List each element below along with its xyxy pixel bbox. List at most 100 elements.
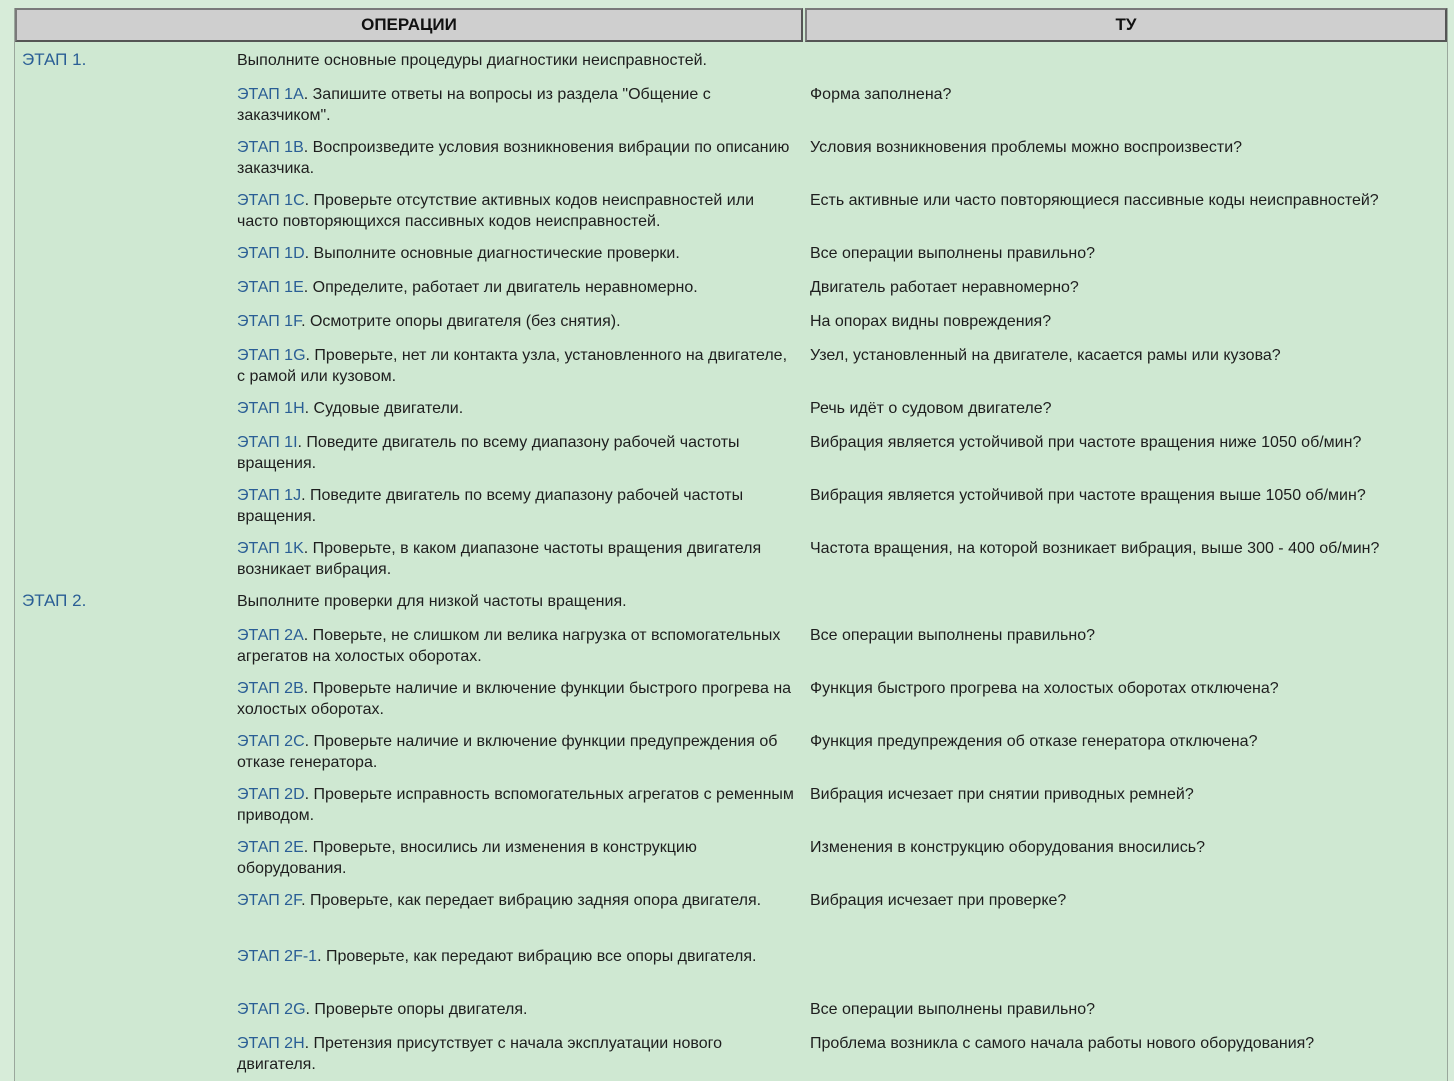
step-label: ЭТАП 1A	[237, 86, 304, 103]
operation-cell: ЭТАП 2H. Претензия присутствует с начала…	[237, 1033, 797, 1075]
tu-cell: Вибрация является устойчивой при частоте…	[810, 434, 1362, 451]
step-label: ЭТАП 2B	[237, 680, 304, 697]
operation-text: . Претензия присутствует с начала эксплу…	[237, 1035, 722, 1073]
tu-cell: На опорах видны повреждения?	[810, 313, 1052, 330]
step-label: ЭТАП 1F	[237, 313, 302, 330]
tu-cell: Форма заполнена?	[810, 86, 952, 103]
operation-cell: ЭТАП 2F. Проверьте, как передает вибраци…	[237, 890, 797, 911]
operation-cell: ЭТАП 2D. Проверьте исправность вспомогат…	[237, 784, 797, 826]
tu-cell: Частота вращения, на которой возникает в…	[810, 540, 1380, 557]
step-label: ЭТАП 1H	[237, 400, 305, 417]
table-row: ЭТАП 2E. Проверьте, вносились ли изменен…	[15, 829, 1447, 882]
step-label: ЭТАП 2A	[237, 627, 304, 644]
step-label: ЭТАП 1G	[237, 347, 306, 364]
table-row: ЭТАП 1E. Определите, работает ли двигате…	[15, 269, 1447, 303]
operation-text: . Проверьте опоры двигателя.	[305, 1001, 528, 1018]
table-row: ЭТАП 1J. Поведите двигатель по всему диа…	[15, 477, 1447, 530]
step-label: ЭТАП 2E	[237, 839, 304, 856]
stage-label: ЭТАП 2.	[22, 591, 87, 610]
operation-text: . Поведите двигатель по всему диапазону …	[237, 487, 744, 525]
tu-cell: Вибрация исчезает при снятии приводных р…	[810, 786, 1194, 803]
operation-text: . Проверьте, нет ли контакта узла, устан…	[237, 347, 788, 385]
operation-cell: ЭТАП 1G. Проверьте, нет ли контакта узла…	[237, 345, 797, 387]
step-label: ЭТАП 1B	[237, 139, 304, 156]
operation-cell: ЭТАП 1K. Проверьте, в каком диапазоне ча…	[237, 538, 797, 580]
header-operations: ОПЕРАЦИИ	[15, 8, 803, 42]
step-label: ЭТАП 2D	[237, 786, 305, 803]
operation-text: . Запишите ответы на вопросы из раздела …	[237, 86, 711, 124]
operation-text: . Проверьте наличие и включение функции …	[237, 733, 778, 771]
table-row: ЭТАП 1C. Проверьте отсутствие активных к…	[15, 182, 1447, 235]
tu-cell: Двигатель работает неравномерно?	[810, 279, 1079, 296]
table-row: ЭТАП 2C. Проверьте наличие и включение ф…	[15, 723, 1447, 776]
table-row: ЭТАП 1G. Проверьте, нет ли контакта узла…	[15, 337, 1447, 390]
table-row: ЭТАП 2. Выполните проверки для низкой час…	[15, 583, 1447, 617]
operation-text: . Проверьте, вносились ли изменения в ко…	[237, 839, 697, 877]
operation-cell: ЭТАП 1F. Осмотрите опоры двигателя (без …	[237, 311, 797, 332]
operation-cell: ЭТАП 2E. Проверьте, вносились ли изменен…	[237, 837, 797, 879]
operation-cell: ЭТАП 1B. Воспроизведите условия возникно…	[237, 137, 797, 179]
operation-cell: ЭТАП 1H. Судовые двигатели.	[237, 398, 797, 419]
operation-text: Выполните проверки для низкой частоты вр…	[237, 593, 627, 610]
operation-text: . Проверьте, как передает вибрацию задня…	[301, 892, 762, 909]
operation-cell: ЭТАП 2A. Поверьте, не слишком ли велика …	[237, 625, 797, 667]
operation-text: . Проверьте отсутствие активных кодов не…	[237, 192, 755, 230]
operation-cell: Выполните основные процедуры диагностики…	[237, 50, 797, 71]
table-row: ЭТАП 2G. Проверьте опоры двигателя. Все о…	[15, 991, 1447, 1025]
table-row: ЭТАП 1F. Осмотрите опоры двигателя (без …	[15, 303, 1447, 337]
table-row: ЭТАП 2F. Проверьте, как передает вибраци…	[15, 882, 1447, 938]
operation-cell: ЭТАП 1D. Выполните основные диагностичес…	[237, 243, 797, 264]
table-row: ЭТАП 2F-1. Проверьте, как передают вибра…	[15, 938, 1447, 991]
operation-text: Выполните основные процедуры диагностики…	[237, 52, 707, 69]
operation-text: . Проверьте, в каком диапазоне частоты в…	[237, 540, 762, 578]
operation-cell: ЭТАП 2C. Проверьте наличие и включение ф…	[237, 731, 797, 773]
tu-cell: Все операции выполнены правильно?	[810, 1001, 1096, 1018]
table-row: ЭТАП 1. Выполните основные процедуры диаг…	[15, 42, 1447, 76]
step-label: ЭТАП 1I	[237, 434, 298, 451]
operation-text: . Поведите двигатель по всему диапазону …	[237, 434, 740, 472]
tu-cell: Изменения в конструкцию оборудования вно…	[810, 839, 1205, 856]
tu-cell: Есть активные или часто повторяющиеся па…	[810, 192, 1379, 209]
operation-cell: Выполните проверки для низкой частоты вр…	[237, 591, 797, 612]
tu-cell: Вибрация является устойчивой при частоте…	[810, 487, 1366, 504]
table-row: ЭТАП 1H. Судовые двигатели. Речь идёт о с…	[15, 390, 1447, 424]
operation-cell: ЭТАП 1C. Проверьте отсутствие активных к…	[237, 190, 797, 232]
step-label: ЭТАП 2H	[237, 1035, 305, 1052]
operation-text: . Поверьте, не слишком ли велика нагрузк…	[237, 627, 781, 665]
operation-text: . Проверьте, как передают вибрацию все о…	[317, 948, 757, 965]
operation-cell: ЭТАП 1E. Определите, работает ли двигате…	[237, 277, 797, 298]
step-label: ЭТАП 2G	[237, 1001, 306, 1018]
table-header: ОПЕРАЦИИ ТУ	[15, 8, 1447, 42]
operation-text: . Проверьте наличие и включение функции …	[237, 680, 792, 718]
table-row: ЭТАП 1D. Выполните основные диагностичес…	[15, 235, 1447, 269]
operation-text: . Осмотрите опоры двигателя (без снятия)…	[301, 313, 621, 330]
table-row: ЭТАП 2H. Претензия присутствует с начала…	[15, 1025, 1447, 1078]
tu-cell: Все операции выполнены правильно?	[810, 627, 1096, 644]
step-label: ЭТАП 2F	[237, 892, 302, 909]
tu-cell: Функция быстрого прогрева на холостых об…	[810, 680, 1279, 697]
tu-cell: Все операции выполнены правильно?	[810, 245, 1096, 262]
procedure-table: ОПЕРАЦИИ ТУ ЭТАП 1. Выполните основные пр…	[14, 8, 1448, 1081]
tu-cell: Узел, установленный на двигателе, касает…	[810, 347, 1281, 364]
operation-cell: ЭТАП 1A. Запишите ответы на вопросы из р…	[237, 84, 797, 126]
table-body: ЭТАП 1. Выполните основные процедуры диаг…	[15, 42, 1447, 1078]
step-label: ЭТАП 1J	[237, 487, 302, 504]
tu-cell: Условия возникновения проблемы можно вос…	[810, 139, 1243, 156]
header-tu: ТУ	[805, 8, 1447, 42]
table-row: ЭТАП 1K. Проверьте, в каком диапазоне ча…	[15, 530, 1447, 583]
tu-cell: Функция предупреждения об отказе генерат…	[810, 733, 1258, 750]
table-row: ЭТАП 2D. Проверьте исправность вспомогат…	[15, 776, 1447, 829]
tu-cell: Речь идёт о судовом двигателе?	[810, 400, 1052, 417]
step-label: ЭТАП 1K	[237, 540, 304, 557]
operation-text: . Судовые двигатели.	[304, 400, 464, 417]
table-row: ЭТАП 2A. Поверьте, не слишком ли велика …	[15, 617, 1447, 670]
table-row: ЭТАП 1I. Поведите двигатель по всему диа…	[15, 424, 1447, 477]
stage-label: ЭТАП 1.	[22, 50, 87, 69]
operation-cell: ЭТАП 2F-1. Проверьте, как передают вибра…	[237, 946, 797, 967]
table-row: ЭТАП 1A. Запишите ответы на вопросы из р…	[15, 76, 1447, 129]
step-label: ЭТАП 1D	[237, 245, 305, 262]
operation-text: . Определите, работает ли двигатель нера…	[303, 279, 698, 296]
operation-cell: ЭТАП 2G. Проверьте опоры двигателя.	[237, 999, 797, 1020]
step-label: ЭТАП 2C	[237, 733, 305, 750]
step-label: ЭТАП 1C	[237, 192, 305, 209]
